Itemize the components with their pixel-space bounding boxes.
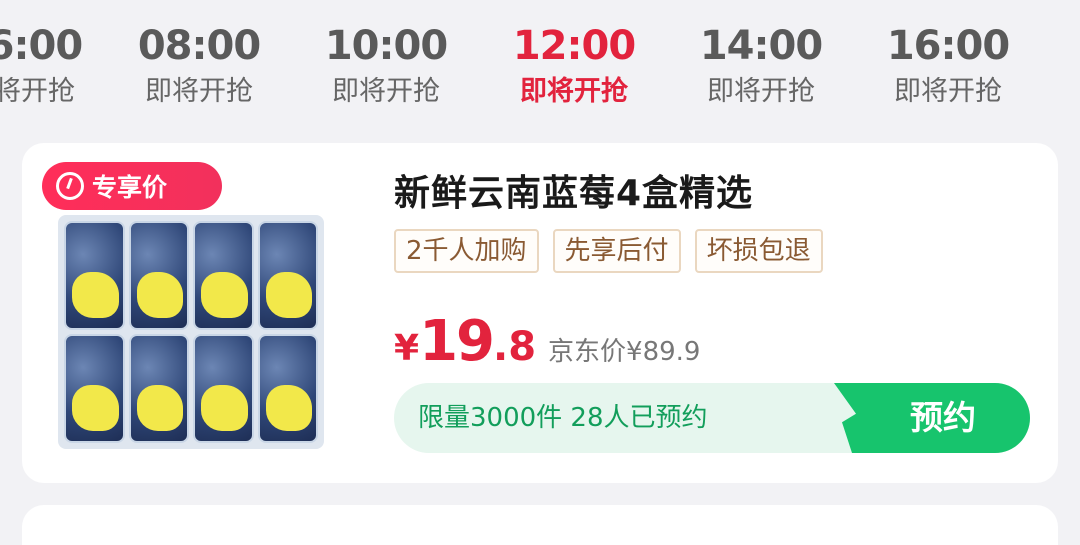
tab-time: 14:00 <box>699 23 823 69</box>
reserve-bar: 限量3000件 28人已预约 预约 <box>394 383 1030 453</box>
exclusive-price-badge: 专享价 <box>42 162 222 210</box>
blueberry-box <box>257 334 318 443</box>
blueberry-box <box>128 221 189 330</box>
tab-time: 08:00 <box>137 23 261 69</box>
blueberry-box <box>128 334 189 443</box>
alarm-clock-icon <box>56 172 84 200</box>
tag-pay-later: 先享后付 <box>552 229 681 273</box>
tab-time: 12:00 <box>512 23 636 69</box>
price-currency: ¥ <box>394 328 420 369</box>
product-card[interactable]: 专享价 新鲜云南蓝莓4盒精选 2千人加购 先享后付 坏损包退 ¥ 19 .8 京… <box>22 143 1058 483</box>
time-slot-tabs: 06:00 即将开抢 08:00 即将开抢 10:00 即将开抢 12:00 即… <box>0 0 1080 130</box>
blueberry-box <box>64 221 125 330</box>
product-image[interactable] <box>58 215 324 449</box>
next-product-card[interactable] <box>22 505 1058 545</box>
tab-0800[interactable]: 08:00 即将开抢 <box>114 22 284 112</box>
tab-time: 06:00 <box>0 23 83 69</box>
blueberry-box <box>64 334 125 443</box>
price-integer: 19 <box>419 309 495 374</box>
tab-1200-active[interactable]: 12:00 即将开抢 <box>489 22 659 112</box>
product-title[interactable]: 新鲜云南蓝莓4盒精选 <box>394 171 753 217</box>
tag-damage-refund: 坏损包退 <box>694 229 823 273</box>
badge-label: 专享价 <box>92 173 168 202</box>
tab-status: 即将开抢 <box>332 76 440 107</box>
price-row: ¥ 19 .8 京东价¥89.9 <box>394 309 701 374</box>
tab-status: 即将开抢 <box>0 76 75 107</box>
blueberry-box <box>193 334 254 443</box>
tab-time: 10:00 <box>324 23 448 69</box>
tab-1400[interactable]: 14:00 即将开抢 <box>676 22 846 112</box>
price-decimal: .8 <box>493 324 537 370</box>
tab-status: 即将开抢 <box>894 76 1002 107</box>
reserve-button[interactable]: 预约 <box>834 383 1030 453</box>
tab-time: 16:00 <box>886 23 1010 69</box>
tab-status: 即将开抢 <box>145 76 253 107</box>
product-tags: 2千人加购 先享后付 坏损包退 <box>394 229 823 273</box>
tab-1600[interactable]: 16:00 即将开抢 <box>863 22 1033 112</box>
tab-1000[interactable]: 10:00 即将开抢 <box>301 22 471 112</box>
blueberry-box <box>257 221 318 330</box>
tag-popularity: 2千人加购 <box>394 229 539 273</box>
tab-status: 即将开抢 <box>520 76 628 107</box>
original-price: 京东价¥89.9 <box>548 337 701 367</box>
reserve-info: 限量3000件 28人已预约 <box>418 403 708 433</box>
blueberry-box <box>193 221 254 330</box>
tab-0600[interactable]: 06:00 即将开抢 <box>0 22 106 112</box>
tab-status: 即将开抢 <box>707 76 815 107</box>
